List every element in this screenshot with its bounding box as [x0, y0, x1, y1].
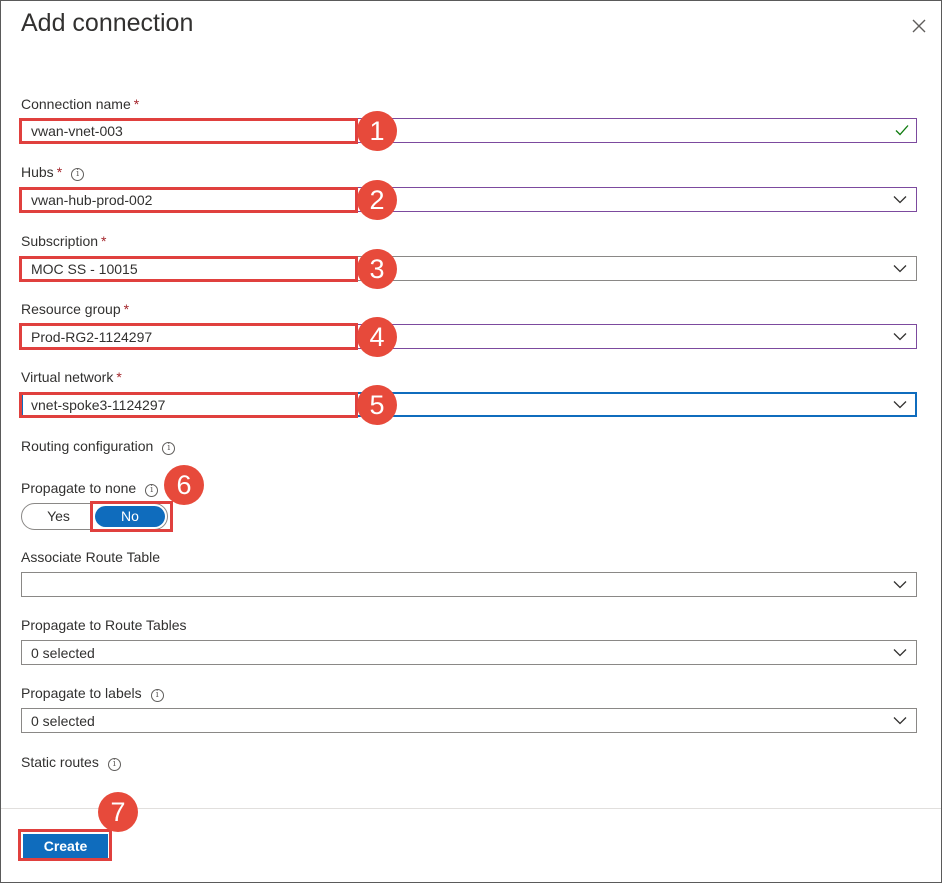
required-marker: * — [133, 96, 140, 112]
required-marker: * — [123, 301, 130, 317]
connection-name-label: Connection name * — [21, 96, 140, 112]
toggle-option-yes[interactable]: Yes — [22, 504, 95, 529]
propagate-to-none-label: Propagate to none i — [21, 480, 159, 497]
hubs-label: Hubs * i — [21, 164, 85, 181]
step-badge-3: 3 — [357, 249, 397, 289]
propagate-to-none-toggle: Yes No — [21, 503, 168, 530]
associate-route-table-dropdown[interactable] — [21, 572, 917, 597]
chevron-down-icon — [893, 196, 907, 204]
virtual-network-value: vnet-spoke3-1124297 — [31, 397, 166, 413]
resource-group-value: Prod-RG2-1124297 — [31, 329, 153, 345]
routing-configuration-heading: Routing configuration i — [21, 438, 176, 455]
subscription-value: MOC SS - 10015 — [31, 261, 138, 277]
chevron-down-icon — [893, 649, 907, 657]
static-routes-heading: Static routes i — [21, 754, 121, 771]
toggle-option-no[interactable]: No — [95, 506, 165, 527]
propagate-to-route-tables-value: 0 selected — [31, 645, 95, 661]
info-icon[interactable]: i — [107, 758, 121, 771]
required-marker: * — [56, 164, 63, 180]
close-icon — [912, 19, 926, 33]
footer-divider — [1, 808, 941, 809]
connection-name-input[interactable]: vwan-vnet-003 — [21, 118, 917, 143]
page-title: Add connection — [21, 9, 194, 37]
step-badge-2: 2 — [357, 180, 397, 220]
propagate-to-labels-dropdown[interactable]: 0 selected — [21, 708, 917, 733]
checkmark-icon — [895, 125, 909, 136]
info-icon[interactable]: i — [71, 168, 85, 181]
chevron-down-icon — [893, 265, 907, 273]
step-badge-4: 4 — [357, 317, 397, 357]
static-routes-table-header-clipped — [1, 801, 941, 808]
step-badge-6: 6 — [164, 465, 204, 505]
chevron-down-icon — [893, 581, 907, 589]
chevron-down-icon — [893, 401, 907, 409]
info-icon[interactable]: i — [162, 442, 176, 455]
step-badge-7: 7 — [98, 792, 138, 832]
chevron-down-icon — [893, 717, 907, 725]
required-marker: * — [101, 233, 107, 249]
step-badge-1: 1 — [357, 111, 397, 151]
propagate-to-labels-value: 0 selected — [31, 713, 95, 729]
chevron-down-icon — [893, 333, 907, 341]
propagate-to-route-tables-dropdown[interactable]: 0 selected — [21, 640, 917, 665]
subscription-label: Subscription * — [21, 233, 107, 249]
step-badge-5: 5 — [357, 385, 397, 425]
resource-group-dropdown[interactable]: Prod-RG2-1124297 — [21, 324, 917, 349]
subscription-dropdown[interactable]: MOC SS - 10015 — [21, 256, 917, 281]
close-button[interactable] — [906, 13, 932, 39]
hubs-dropdown[interactable]: vwan-hub-prod-002 — [21, 187, 917, 212]
required-marker: * — [116, 369, 122, 385]
propagate-to-route-tables-label: Propagate to Route Tables — [21, 617, 187, 633]
info-icon[interactable]: i — [145, 484, 159, 497]
info-icon[interactable]: i — [150, 689, 164, 702]
add-connection-panel: Add connection Connection name * vwan-vne… — [0, 0, 942, 883]
create-button[interactable]: Create — [23, 834, 108, 858]
connection-name-value: vwan-vnet-003 — [31, 123, 123, 139]
associate-route-table-label: Associate Route Table — [21, 549, 161, 565]
resource-group-label: Resource group * — [21, 301, 130, 317]
propagate-to-labels-label: Propagate to labels i — [21, 685, 164, 702]
virtual-network-label: Virtual network * — [21, 369, 122, 385]
hubs-value: vwan-hub-prod-002 — [31, 192, 153, 208]
virtual-network-dropdown[interactable]: vnet-spoke3-1124297 — [21, 392, 917, 417]
